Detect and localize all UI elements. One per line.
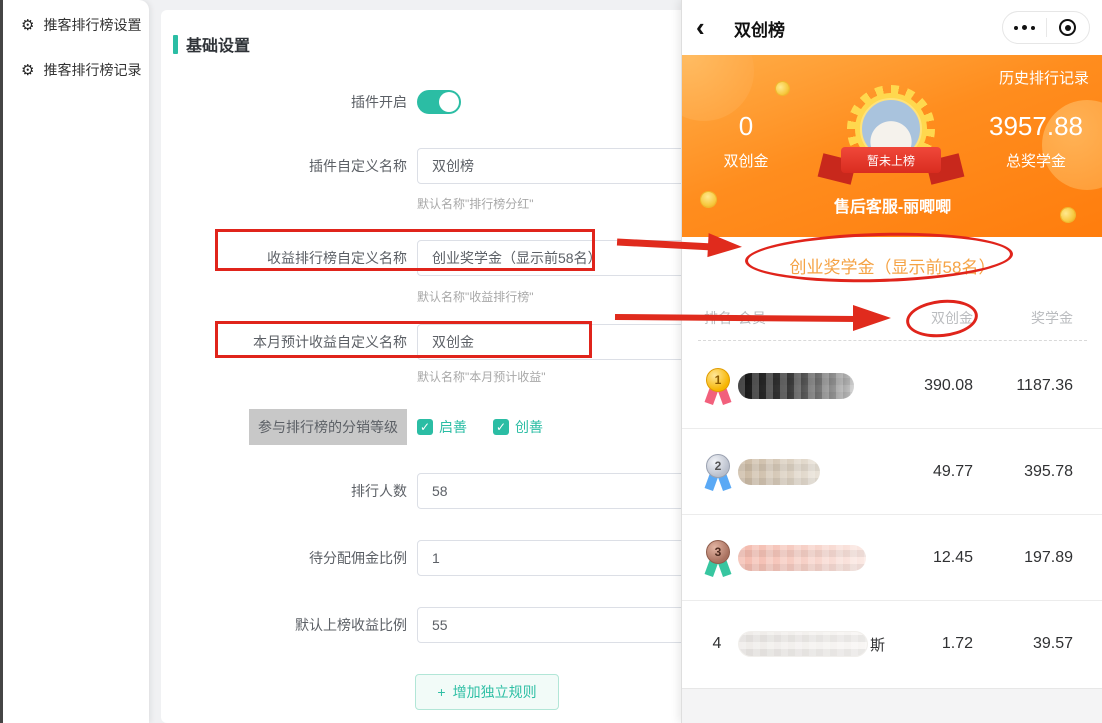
medal-bronze-icon: 3 — [704, 540, 732, 578]
checkbox-label: 启善 — [439, 419, 467, 435]
ranking-list: 创业奖学金（显示前58名） 排名 会员 双创金 奖学金 1 390.08 — [682, 237, 1102, 688]
gear-icon: ⚙ — [21, 16, 35, 34]
close-target-icon[interactable] — [1047, 12, 1090, 43]
censored-member-name — [738, 459, 820, 485]
form-row-default-income-ratio: 默认上榜收益比例 — [161, 607, 837, 643]
table-row: 4 斯 1.72 39.57 — [682, 601, 1102, 687]
sidebar-item-label: 推客排行榜设置 — [43, 17, 142, 33]
ranking-banner: 历史排行记录 0 双创金 3957.88 总奖学金 暂未上榜 售后客服-丽唧唧 — [682, 55, 1102, 237]
phone-header: ‹ 双创榜 — [682, 0, 1102, 55]
field-label: 待分配佣金比例 — [309, 550, 407, 566]
sidebar-item-ranking-records[interactable]: ⚙ 推客排行榜记录 — [3, 59, 149, 81]
annotation-arrow-head — [707, 233, 743, 259]
field-label-highlighted: 参与排行榜的分销等级 — [249, 409, 407, 445]
medal-silver-icon: 2 — [704, 454, 732, 492]
censored-member-name — [738, 373, 854, 399]
phone-bottom-bar — [682, 688, 1102, 723]
rank-number: 4 — [712, 635, 722, 652]
my-score-stat: 0 双创金 — [686, 111, 806, 171]
medal-gold-icon: 1 — [704, 368, 732, 406]
current-username: 售后客服-丽唧唧 — [833, 199, 952, 216]
add-rule-label: 增加独立规则 — [452, 684, 537, 700]
more-icon[interactable] — [1003, 12, 1046, 43]
annotation-arrow-head — [853, 305, 891, 331]
member-name-suffix: 斯 — [870, 636, 886, 654]
table-row: 1 390.08 1187.36 — [682, 343, 1102, 429]
add-rule-button[interactable]: + 增加独立规则 — [415, 674, 559, 710]
form-row-rank-count: 排行人数 — [161, 473, 837, 509]
level-checkbox-chuangshan[interactable]: ✓ 创善 — [493, 417, 543, 437]
section-title: 基础设置 — [186, 38, 251, 55]
phone-page-title: 双创榜 — [734, 21, 785, 40]
total-scholarship-stat: 3957.88 总奖学金 — [976, 111, 1096, 171]
field-label: 插件自定义名称 — [309, 158, 407, 174]
annotation-box-month-income-field — [215, 321, 592, 358]
settings-card: 基础设置 插件开启 插件自定义名称 默认名称"排行榜分红" 收益排行榜自定义名称… — [161, 10, 837, 723]
plus-icon: + — [437, 684, 446, 700]
not-ranked-badge: 暂未上榜 — [841, 147, 941, 173]
plugin-enabled-toggle[interactable] — [417, 90, 461, 114]
my-score-value: 0 — [738, 111, 754, 141]
total-scholarship-value: 3957.88 — [989, 111, 1083, 141]
history-records-link[interactable]: 历史排行记录 — [999, 67, 1089, 88]
sidebar-item-ranking-settings[interactable]: ⚙ 推客排行榜设置 — [3, 14, 149, 36]
form-row-plugin-toggle: 插件开启 — [161, 88, 701, 116]
form-row-distribution-levels: 参与排行榜的分销等级 ✓ 启善 ✓ 创善 — [161, 408, 701, 446]
header-scholarship: 奖学金 — [1031, 310, 1073, 326]
level-checkbox-qishan[interactable]: ✓ 启善 — [417, 417, 467, 437]
gear-icon: ⚙ — [21, 61, 35, 79]
censored-member-name — [738, 631, 868, 657]
phone-preview: ‹ 双创榜 历史排行记录 0 双创金 3957.88 总奖学金 暂未上榜 售后客… — [681, 0, 1102, 723]
form-row-commission-ratio: 待分配佣金比例 — [161, 540, 837, 576]
page-root: ⚙ 推客排行榜设置 ⚙ 推客排行榜记录 基础设置 插件开启 插件自定义名称 默认… — [0, 0, 1102, 723]
sidebar-item-label: 推客排行榜记录 — [43, 62, 142, 78]
table-row: 2 49.77 395.78 — [682, 429, 1102, 515]
annotation-box-revenue-rank-field — [215, 229, 595, 271]
scholarship-value: 395.78 — [1024, 463, 1073, 480]
section-accent-bar — [173, 34, 178, 54]
checkbox-label: 创善 — [515, 419, 543, 435]
toggle-knob — [439, 92, 459, 112]
coin-icon — [772, 78, 793, 99]
checkbox-check-icon: ✓ — [493, 419, 509, 435]
score-value: 49.77 — [932, 463, 973, 480]
scholarship-value: 39.57 — [1032, 635, 1073, 652]
ranking-rows: 1 390.08 1187.36 2 49.77 395.78 3 12.45 … — [682, 343, 1102, 687]
miniprogram-capsule — [1002, 11, 1090, 44]
field-helper: 默认名称"排行榜分红" — [417, 197, 534, 211]
scholarship-value: 197.89 — [1024, 549, 1073, 566]
scholarship-value: 1187.36 — [1016, 377, 1073, 394]
field-helper: 默认名称"本月预计收益" — [417, 370, 546, 384]
window-edge — [0, 0, 3, 723]
my-score-label: 双创金 — [723, 153, 769, 170]
table-row: 3 12.45 197.89 — [682, 515, 1102, 601]
form-row-plugin-name: 插件自定义名称 — [161, 148, 837, 184]
score-value: 390.08 — [924, 377, 973, 394]
sidebar: ⚙ 推客排行榜设置 ⚙ 推客排行榜记录 — [3, 0, 149, 723]
field-label: 默认上榜收益比例 — [295, 617, 407, 633]
section-header: 基础设置 — [173, 32, 250, 56]
field-label: 排行人数 — [351, 483, 407, 499]
checkbox-check-icon: ✓ — [417, 419, 433, 435]
score-value: 12.45 — [932, 549, 973, 566]
dashed-divider — [698, 340, 1087, 341]
total-scholarship-label: 总奖学金 — [1005, 153, 1066, 170]
field-label: 插件开启 — [351, 94, 407, 110]
censored-member-name — [738, 545, 866, 571]
back-icon[interactable]: ‹ — [696, 13, 705, 41]
field-helper: 默认名称"收益排行榜" — [417, 290, 534, 304]
score-value: 1.72 — [941, 635, 973, 652]
